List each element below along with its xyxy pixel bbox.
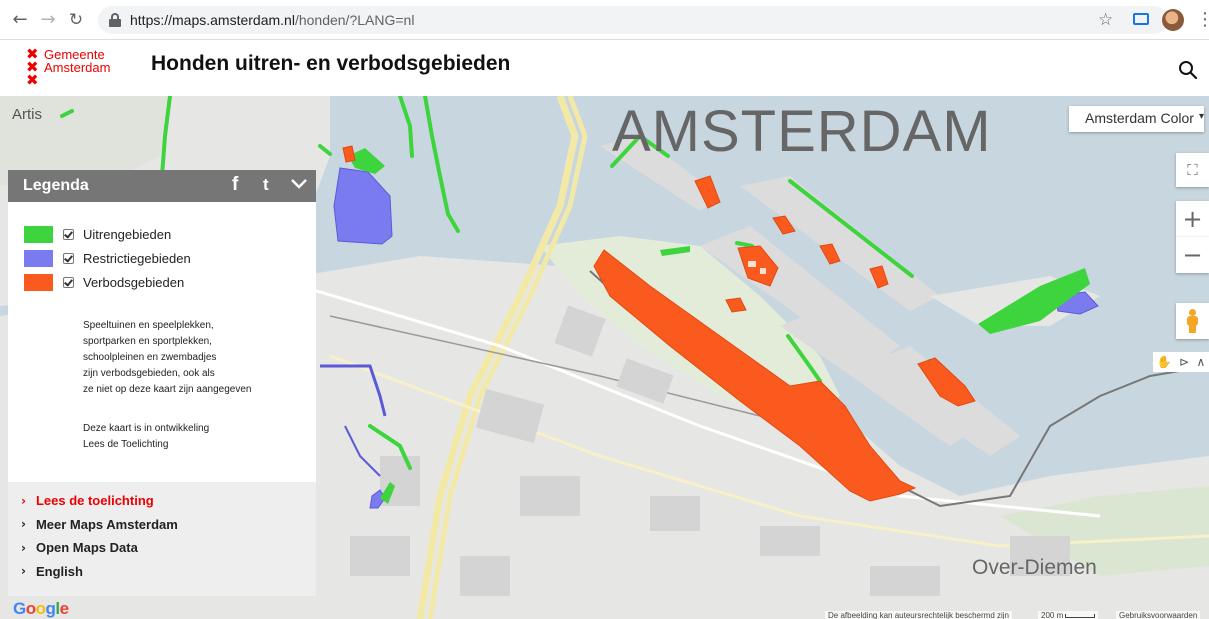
map-label-over-diemen: Over-Diemen — [972, 556, 1097, 579]
chevron-right-icon: › — [21, 564, 26, 579]
reload-icon[interactable]: ↻ — [64, 8, 88, 32]
checkbox-uitren[interactable] — [63, 228, 74, 240]
site-header: ✖ ✖ ✖ Gemeente Amsterdam Honden uitren- en… — [0, 40, 1209, 96]
basemap-select[interactable]: Amsterdam Color ▾ — [1069, 106, 1204, 132]
xxx-logo-icon: ✖ ✖ ✖ — [26, 45, 39, 89]
browser-toolbar: ← → ↻ https://maps.amsterdam.nl/honden/?… — [0, 0, 1209, 40]
lock-icon — [108, 12, 122, 27]
legend-title: Legenda — [23, 177, 89, 194]
zoom-out-button[interactable]: − — [1176, 237, 1209, 273]
legend-items: Uitrengebieden Restrictiegebieden Verbod… — [24, 222, 191, 294]
link-meer-maps-amsterdam[interactable]: › Meer Maps Amsterdam — [8, 513, 316, 537]
map-label-amsterdam: AMSTERDAM — [612, 99, 992, 164]
swatch-verbod — [24, 273, 53, 291]
map-canvas[interactable]: AMSTERDAM Artis Over-Diemen Amsterdam Co… — [0, 96, 1209, 619]
legend-links: › Lees de toelichting › Meer Maps Amsterda… — [8, 482, 316, 596]
legend-item-verbodsgebieden[interactable]: Verbodsgebieden — [24, 270, 191, 294]
search-icon[interactable] — [1178, 60, 1198, 80]
menu-kebab-icon[interactable]: ⋮ — [1196, 9, 1209, 30]
legend-development-note: Deze kaart is in ontwikkeling Lees de To… — [83, 423, 210, 450]
chevron-right-icon: › — [21, 493, 26, 508]
link-lees-de-toelichting[interactable]: › Lees de toelichting — [8, 489, 316, 513]
chevron-down-icon[interactable] — [290, 175, 308, 193]
page-title: Honden uitren- en verbodsgebieden — [151, 52, 511, 75]
marker-draw-icon[interactable]: ⊳ — [1179, 355, 1189, 369]
legend-item-uitrengebieden[interactable]: Uitrengebieden — [24, 222, 191, 246]
google-logo[interactable]: Google — [13, 599, 69, 619]
caret-down-icon: ▾ — [1198, 111, 1204, 122]
swatch-restrictie — [24, 249, 53, 267]
fullscreen-icon[interactable]: ⛶ — [1176, 153, 1209, 187]
swatch-uitren — [24, 225, 53, 243]
map-attribution: De afbeelding kan auteursrechtelijk besc… — [825, 611, 1012, 619]
forward-arrow-icon[interactable]: → — [36, 8, 60, 32]
chevron-right-icon: › — [21, 540, 26, 555]
bookmark-star-icon[interactable]: ☆ — [1098, 10, 1113, 30]
legend-note: Speeltuinen en speelplekken, sportparken… — [83, 320, 252, 395]
logo-text: Gemeente Amsterdam — [44, 47, 111, 75]
legend-panel: Legenda f t Uitrengebieden Restrictiegeb… — [8, 170, 316, 596]
avatar[interactable] — [1162, 9, 1184, 31]
link-english[interactable]: › English — [8, 560, 316, 584]
back-arrow-icon[interactable]: ← — [8, 8, 32, 32]
facebook-icon[interactable]: f — [232, 174, 238, 196]
zoom-in-button[interactable]: + — [1176, 201, 1209, 237]
gemeente-amsterdam-logo[interactable]: ✖ ✖ ✖ Gemeente Amsterdam — [26, 45, 126, 90]
legend-header[interactable]: Legenda f t — [8, 170, 316, 202]
legend-item-restrictiegebieden[interactable]: Restrictiegebieden — [24, 246, 191, 270]
url-text: https://maps.amsterdam.nl/honden/?LANG=n… — [130, 11, 415, 28]
twitter-icon[interactable]: t — [263, 175, 269, 195]
line-draw-icon[interactable]: ∧ — [1196, 355, 1205, 369]
scale-bar: 200 m — [1038, 611, 1099, 619]
checkbox-verbod[interactable] — [63, 276, 74, 288]
address-bar[interactable]: https://maps.amsterdam.nl/honden/?LANG=n… — [98, 5, 1168, 34]
drawing-toolbar: ✋ ⊳ ∧ — [1153, 352, 1209, 372]
terms-link[interactable]: Gebruiksvoorwaarden — [1116, 611, 1201, 619]
cast-icon[interactable] — [1133, 13, 1149, 25]
link-open-maps-data[interactable]: › Open Maps Data — [8, 536, 316, 560]
checkbox-restrictie[interactable] — [63, 252, 74, 264]
hand-pan-icon[interactable]: ✋ — [1157, 355, 1172, 369]
chevron-right-icon: › — [21, 517, 26, 532]
map-label-artis: Artis — [12, 106, 42, 123]
street-view-pegman-icon[interactable] — [1176, 303, 1209, 339]
